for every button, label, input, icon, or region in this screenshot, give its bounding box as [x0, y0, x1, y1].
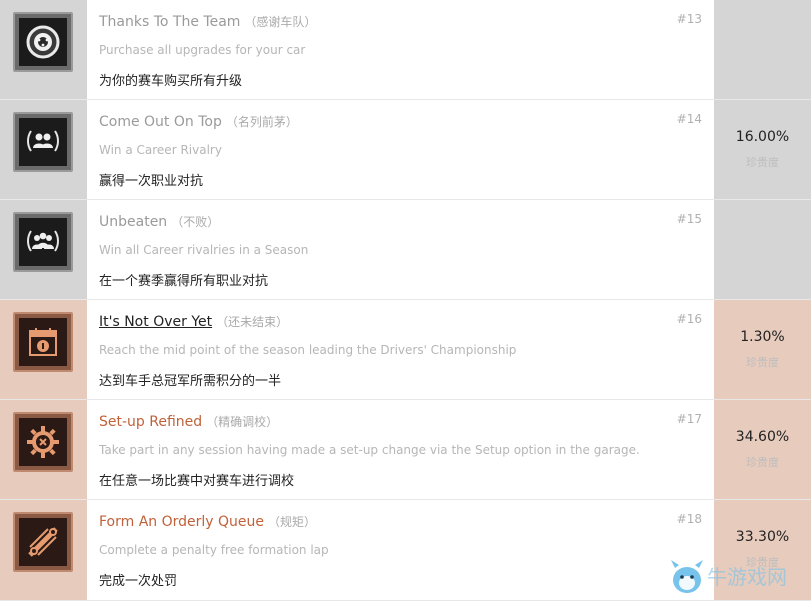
- achievement-description: Win a Career Rivalry: [99, 143, 222, 157]
- achievement-name-cn: （还未结束）: [216, 315, 289, 329]
- achievement-row: Thanks To The Team （感谢车队） Purchase all up…: [0, 0, 811, 100]
- achievement-content: Come Out On Top （名列前茅） Win a Career Rival…: [87, 100, 714, 199]
- achievement-name-cn: （不败）: [171, 215, 220, 229]
- rarity-percent: 1.30%: [740, 329, 785, 345]
- achievement-badge: [13, 112, 73, 172]
- rarity-column: [714, 200, 811, 299]
- achievement-title: Come Out On Top （名列前茅）: [99, 113, 298, 130]
- achievement-number: #17: [676, 412, 702, 426]
- gear-icon: [27, 426, 59, 458]
- rarity-label: 珍贵度: [746, 156, 779, 169]
- wrench-icon: [28, 527, 58, 557]
- rarity-percent: 16.00%: [735, 129, 790, 145]
- achievement-name-cn: （名列前茅）: [225, 115, 298, 129]
- achievement-row: Unbeaten （不败） Win all Career rivalries in…: [0, 200, 811, 300]
- achievement-name-link[interactable]: It's Not Over Yet: [99, 314, 212, 330]
- rarity-column: 1.30% 珍贵度: [714, 300, 811, 399]
- achievement-number: #15: [676, 212, 702, 226]
- achievement-number: #18: [676, 512, 702, 526]
- achievement-number: #16: [676, 312, 702, 326]
- rarity-percent: 34.60%: [735, 429, 790, 445]
- achievement-badge: [13, 512, 73, 572]
- achievement-description: Take part in any session having made a s…: [99, 443, 640, 457]
- rarity-column: 16.00% 珍贵度: [714, 100, 811, 199]
- achievement-title: Unbeaten （不败）: [99, 213, 219, 230]
- rarity-column: 34.60% 珍贵度: [714, 400, 811, 499]
- achievement-content: Set-up Refined （精确调校） Take part in any se…: [87, 400, 714, 499]
- wheel-icon: [26, 25, 60, 59]
- achievement-content: Thanks To The Team （感谢车队） Purchase all up…: [87, 0, 714, 99]
- achievement-name-cn: （精确调校）: [206, 415, 279, 429]
- achievement-name: Come Out On Top: [99, 114, 222, 130]
- achievement-description: Complete a penalty free formation lap: [99, 543, 329, 557]
- achievement-badge: [13, 212, 73, 272]
- laurel-people-icon: [27, 130, 59, 152]
- rarity-percent: 33.30%: [735, 529, 790, 545]
- watermark-text: 牛游戏网: [707, 565, 787, 589]
- achievement-description-cn: 达到车手总冠军所需积分的一半: [99, 374, 282, 389]
- achievement-description-cn: 在任意一场比赛中对赛车进行调校: [99, 474, 295, 489]
- laurel-group-icon: [27, 230, 59, 252]
- achievement-content: Form An Orderly Queue （规矩） Complete a pen…: [87, 500, 714, 600]
- rarity-label: 珍贵度: [746, 456, 779, 469]
- achievement-description-cn: 在一个赛季赢得所有职业对抗: [99, 274, 269, 289]
- achievement-description-cn: 完成一次处罚: [99, 574, 178, 589]
- achievement-name-cn: （感谢车队）: [244, 15, 317, 29]
- achievement-number: #14: [676, 112, 702, 126]
- achievement-name: Unbeaten: [99, 214, 168, 230]
- watermark-logo: 牛游戏网: [667, 556, 807, 598]
- achievement-title: Thanks To The Team （感谢车队）: [99, 13, 316, 30]
- achievement-badge: [13, 312, 73, 372]
- achievement-description: Reach the mid point of the season leadin…: [99, 343, 517, 357]
- achievement-name-cn: （规矩）: [268, 515, 317, 529]
- calendar-icon: [29, 328, 57, 356]
- achievement-content: It's Not Over Yet （还未结束） Reach the mid po…: [87, 300, 714, 399]
- achievement-name-link[interactable]: Set-up Refined: [99, 414, 202, 430]
- achievement-row: It's Not Over Yet （还未结束） Reach the mid po…: [0, 300, 811, 400]
- achievement-title: It's Not Over Yet （还未结束）: [99, 313, 288, 330]
- achievement-row: Set-up Refined （精确调校） Take part in any se…: [0, 400, 811, 500]
- badge-column: [0, 400, 87, 499]
- achievement-description-cn: 赢得一次职业对抗: [99, 174, 204, 189]
- badge-column: [0, 500, 87, 600]
- achievement-title: Set-up Refined （精确调校）: [99, 413, 278, 430]
- achievement-title: Form An Orderly Queue （规矩）: [99, 513, 316, 530]
- achievement-row: Come Out On Top （名列前茅） Win a Career Rival…: [0, 100, 811, 200]
- achievement-number: #13: [676, 12, 702, 26]
- achievement-content: Unbeaten （不败） Win all Career rivalries in…: [87, 200, 714, 299]
- achievement-description: Win all Career rivalries in a Season: [99, 243, 309, 257]
- achievement-description: Purchase all upgrades for your car: [99, 43, 306, 57]
- badge-column: [0, 300, 87, 399]
- achievement-badge: [13, 12, 73, 72]
- badge-column: [0, 200, 87, 299]
- rarity-column: [714, 0, 811, 99]
- watermark-mascot-icon: 牛游戏网: [671, 560, 787, 593]
- rarity-label: 珍贵度: [746, 356, 779, 369]
- achievement-name: Thanks To The Team: [99, 14, 241, 30]
- badge-column: [0, 100, 87, 199]
- achievement-name-link[interactable]: Form An Orderly Queue: [99, 514, 264, 530]
- achievement-description-cn: 为你的赛车购买所有升级: [99, 74, 243, 89]
- badge-column: [0, 0, 87, 99]
- achievement-badge: [13, 412, 73, 472]
